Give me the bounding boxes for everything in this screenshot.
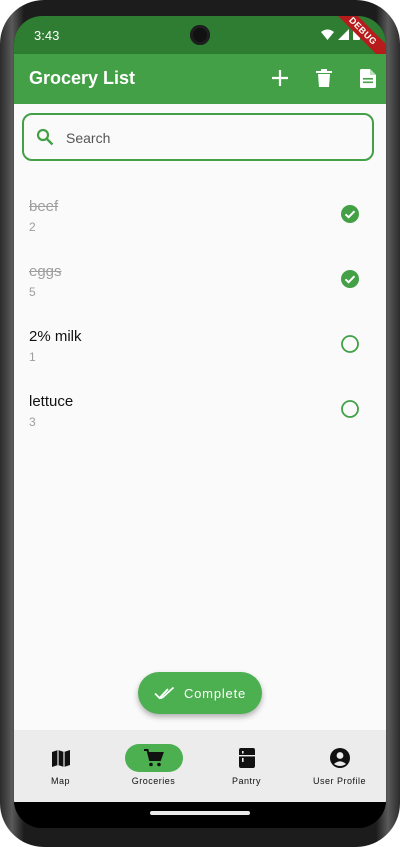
item-quantity: 2: [29, 220, 36, 234]
item-name: 2% milk: [29, 328, 82, 345]
app-bar-actions: [268, 66, 380, 90]
device-frame: 3:43 DEBUG Grocery List Search beef 2 eg…: [0, 0, 400, 847]
trash-icon: [316, 69, 332, 87]
nav-item-user-profile[interactable]: User Profile: [293, 730, 386, 802]
checked-circle-icon[interactable]: [340, 204, 360, 224]
nav-pill: [32, 744, 90, 772]
account-circle-icon: [329, 748, 350, 768]
cart-icon: [143, 749, 164, 767]
unchecked-circle-icon[interactable]: [340, 399, 360, 419]
add-button[interactable]: [268, 66, 292, 90]
item-name: beef: [29, 198, 59, 215]
map-icon: [51, 749, 70, 767]
search-input[interactable]: [64, 125, 358, 151]
nav-label: Groceries: [131, 776, 176, 786]
grocery-content: beef 2 eggs 5 2% milk 1 lettuce 3: [14, 104, 386, 730]
camera-cutout: [190, 25, 210, 45]
complete-button-label: Complete: [183, 685, 247, 701]
signal-icon: [338, 28, 349, 40]
item-quantity: 3: [29, 415, 36, 429]
search-bar: [22, 113, 374, 161]
nav-label: Map: [50, 776, 70, 786]
nav-item-map[interactable]: Map: [14, 730, 107, 802]
list-item[interactable]: 2% milk 1: [14, 322, 386, 386]
status-time: 3:43: [34, 28, 60, 43]
unchecked-circle-icon[interactable]: [340, 334, 360, 354]
nav-item-groceries[interactable]: Groceries: [107, 730, 200, 802]
delete-button[interactable]: [312, 66, 336, 90]
nav-label: Pantry: [231, 776, 261, 786]
app-bar: Grocery List: [14, 54, 386, 104]
item-name: lettuce: [29, 393, 74, 410]
screen: 3:43 DEBUG Grocery List Search beef 2 eg…: [14, 16, 386, 828]
page-title: Grocery List: [29, 68, 136, 88]
search-icon: [36, 128, 54, 146]
home-indicator[interactable]: [150, 811, 250, 815]
item-quantity: 5: [29, 285, 36, 299]
item-quantity: 1: [29, 350, 36, 364]
nav-label: User Profile: [312, 776, 366, 786]
nav-pill-active: [124, 744, 183, 772]
document-icon: [360, 68, 376, 88]
plus-icon: [272, 70, 288, 86]
list-item[interactable]: eggs 5: [14, 257, 386, 321]
list-item[interactable]: lettuce 3: [14, 387, 386, 451]
nav-item-pantry[interactable]: Pantry: [200, 730, 293, 802]
complete-button[interactable]: Complete: [138, 672, 262, 714]
double-check-icon: [154, 686, 175, 700]
document-button[interactable]: [356, 66, 380, 90]
fridge-icon: [238, 748, 255, 768]
status-bar: 3:43 DEBUG: [14, 16, 386, 68]
gesture-bar: [14, 802, 386, 828]
bottom-navigation: Map Groceries Pantry User Profile: [14, 730, 386, 802]
checked-circle-icon[interactable]: [340, 269, 360, 289]
nav-pill: [311, 744, 369, 772]
wifi-icon: [321, 29, 334, 40]
list-item[interactable]: beef 2: [14, 192, 386, 256]
nav-pill: [218, 744, 276, 772]
item-name: eggs: [29, 263, 62, 280]
